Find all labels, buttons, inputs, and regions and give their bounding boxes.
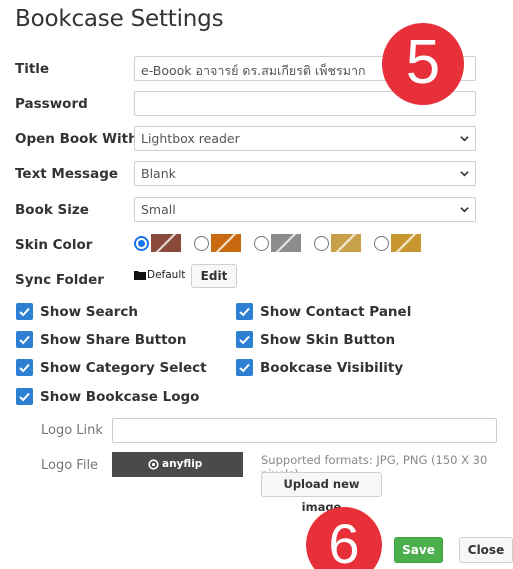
show-search-label: Show Search xyxy=(40,304,139,320)
check-icon xyxy=(239,307,250,317)
upload-new-image-button[interactable]: Upload new image xyxy=(261,472,382,514)
show-category-select-label: Show Category Select xyxy=(40,360,207,376)
show-contact-panel-checkbox[interactable] xyxy=(236,303,253,320)
step-5-badge: 5 xyxy=(382,23,464,105)
text-message-label: Text Message xyxy=(15,166,119,182)
book-size-value: Small xyxy=(141,202,176,217)
show-category-select-checkbox[interactable] xyxy=(16,359,33,376)
sync-folder-value: Default xyxy=(147,269,186,281)
check-icon xyxy=(19,335,30,345)
check-icon xyxy=(239,363,250,373)
chevron-down-icon xyxy=(460,136,469,142)
text-message-value: Blank xyxy=(141,166,176,181)
dialog-title: Bookcase Settings xyxy=(15,6,224,32)
folder-icon xyxy=(134,271,146,280)
close-button[interactable]: Close xyxy=(459,537,513,563)
skin-radio-4[interactable] xyxy=(314,236,329,251)
skin-swatch-1[interactable] xyxy=(151,234,181,252)
skin-radio-3[interactable] xyxy=(254,236,269,251)
show-share-button-label: Show Share Button xyxy=(40,332,187,348)
password-label: Password xyxy=(15,96,88,112)
skin-radio-1[interactable] xyxy=(134,236,149,251)
check-icon xyxy=(19,392,30,402)
check-icon xyxy=(19,363,30,373)
check-icon xyxy=(19,307,30,317)
open-with-label: Open Book With xyxy=(15,131,138,147)
sync-folder-label: Sync Folder xyxy=(15,272,104,288)
title-label: Title xyxy=(15,61,50,77)
edit-sync-folder-button[interactable]: Edit xyxy=(191,264,237,288)
chevron-down-icon xyxy=(460,207,469,213)
show-skin-button-label: Show Skin Button xyxy=(260,332,396,348)
skin-radio-2[interactable] xyxy=(194,236,209,251)
logo-preview: anyflip xyxy=(112,452,243,477)
show-bookcase-logo-checkbox[interactable] xyxy=(16,388,33,405)
skin-swatch-3[interactable] xyxy=(271,234,301,252)
show-skin-button-checkbox[interactable] xyxy=(236,331,253,348)
text-message-select[interactable]: Blank xyxy=(134,161,476,186)
logo-file-label: Logo File xyxy=(41,458,99,473)
step-6-badge: 6 xyxy=(306,507,382,569)
show-search-checkbox[interactable] xyxy=(16,303,33,320)
book-size-select[interactable]: Small xyxy=(134,197,476,222)
skin-swatch-2[interactable] xyxy=(211,234,241,252)
skin-color-label: Skin Color xyxy=(15,237,93,253)
chevron-down-icon xyxy=(460,171,469,177)
show-share-button-checkbox[interactable] xyxy=(16,331,33,348)
bookcase-visibility-checkbox[interactable] xyxy=(236,359,253,376)
show-contact-panel-label: Show Contact Panel xyxy=(260,304,412,320)
check-icon xyxy=(239,335,250,345)
skin-swatch-5[interactable] xyxy=(391,234,421,252)
save-button[interactable]: Save xyxy=(394,537,443,563)
open-with-select[interactable]: Lightbox reader xyxy=(134,126,476,151)
bookcase-visibility-label: Bookcase Visibility xyxy=(260,360,404,376)
logo-link-input[interactable] xyxy=(112,418,497,443)
anyflip-logo-icon xyxy=(148,459,159,470)
title-input-value: e-Boook อาจารย์ ดร.สมเกียรติ เพ็ชรมาก xyxy=(141,63,366,78)
open-with-value: Lightbox reader xyxy=(141,131,240,146)
show-bookcase-logo-label: Show Bookcase Logo xyxy=(40,389,200,405)
logo-preview-text: anyflip xyxy=(162,458,203,470)
skin-radio-5[interactable] xyxy=(374,236,389,251)
book-size-label: Book Size xyxy=(15,202,89,218)
logo-link-label: Logo Link xyxy=(41,423,103,438)
skin-swatch-4[interactable] xyxy=(331,234,361,252)
